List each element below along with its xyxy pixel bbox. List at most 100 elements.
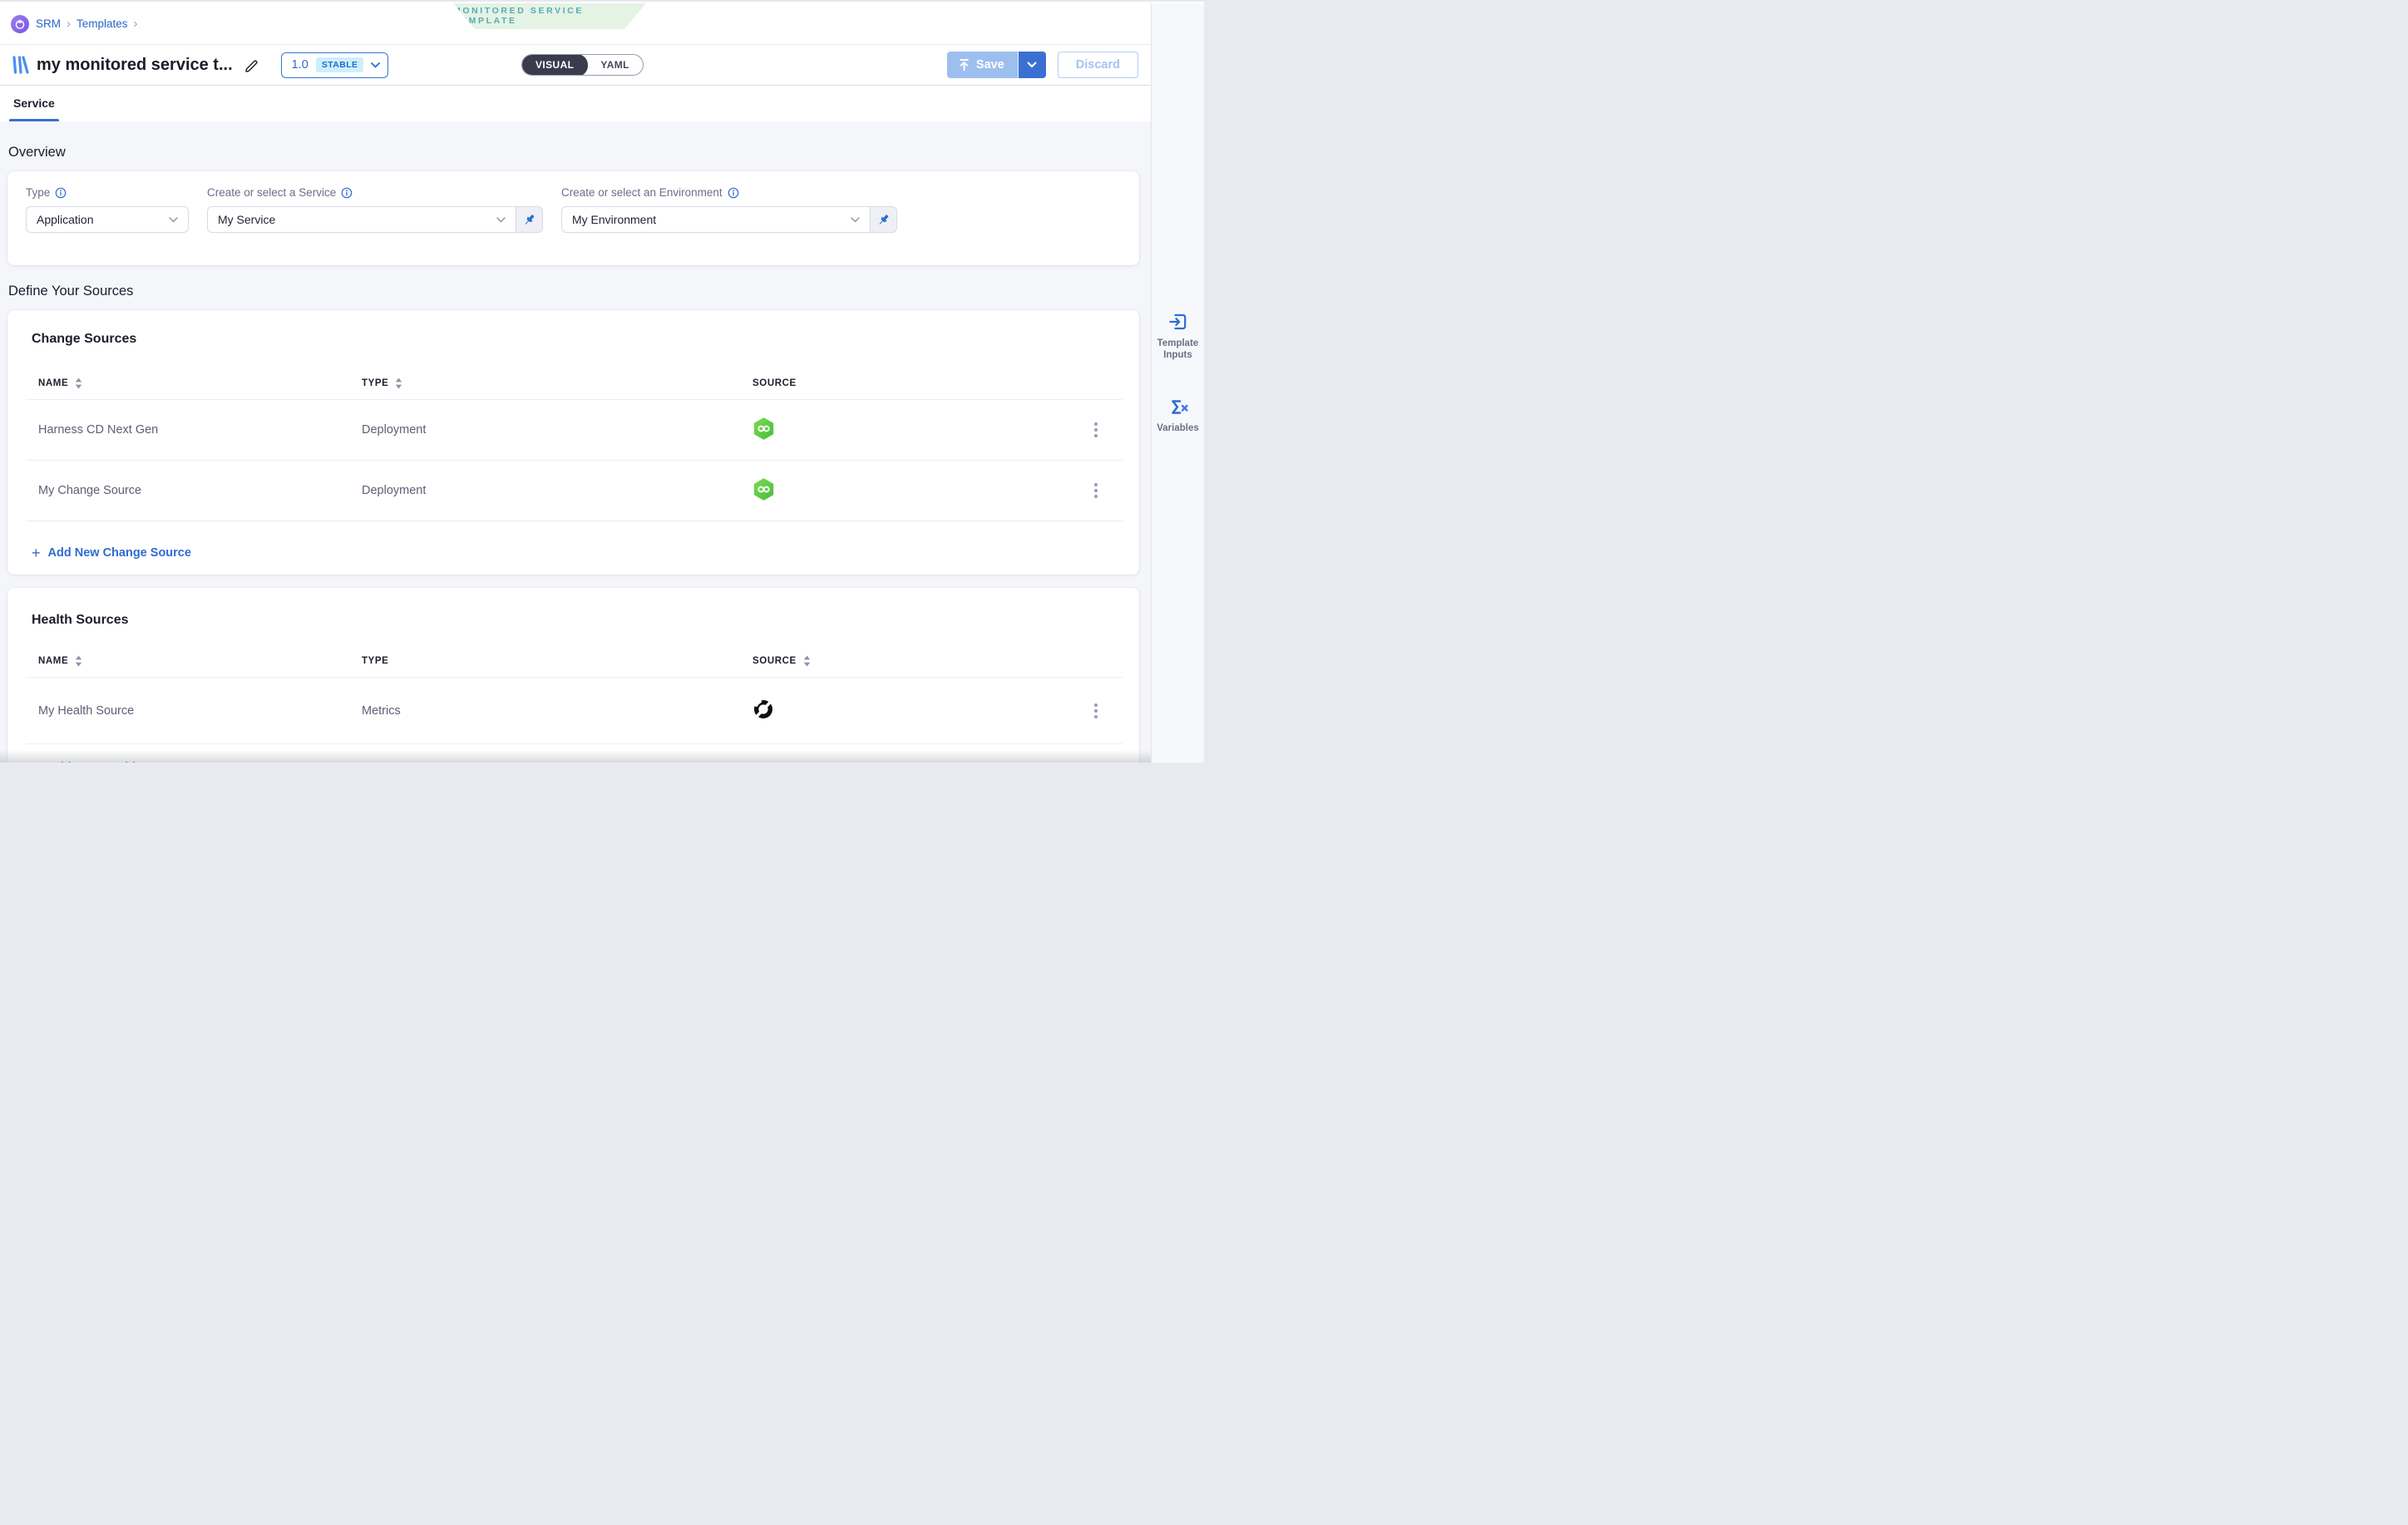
column-header-source: SOURCE bbox=[752, 378, 1086, 388]
visual-yaml-toggle: VISUAL YAML bbox=[521, 54, 644, 76]
column-header-type: TYPE bbox=[362, 656, 728, 666]
upload-icon bbox=[958, 58, 970, 72]
title-bar: my monitored service t... 1.0 STABLE VIS… bbox=[0, 45, 1151, 86]
source-type: Deployment bbox=[362, 423, 728, 437]
variables-label: Variables bbox=[1152, 422, 1204, 434]
save-options-button[interactable] bbox=[1018, 52, 1046, 78]
sort-icon bbox=[395, 378, 402, 389]
add-health-source-row: + Add New Health Source bbox=[26, 744, 1123, 762]
edit-title-button[interactable] bbox=[243, 57, 259, 73]
environment-select[interactable]: My Environment bbox=[561, 206, 871, 233]
source-name: My Health Source bbox=[38, 704, 362, 718]
table-header-row: NAMETYPE SOURCE bbox=[26, 644, 1123, 678]
define-sources-heading: Define Your Sources bbox=[8, 284, 1139, 299]
row-options-button[interactable] bbox=[1089, 700, 1103, 722]
chevron-down-icon bbox=[496, 217, 506, 223]
field-label: Type bbox=[26, 186, 189, 199]
column-header-source[interactable]: SOURCE bbox=[752, 655, 1086, 667]
right-rail: Template Inputs Variables bbox=[1151, 3, 1204, 762]
save-button[interactable]: Save bbox=[947, 52, 1018, 78]
breadcrumb-links: SRM › Templates › bbox=[36, 17, 144, 30]
pin-icon bbox=[522, 213, 536, 227]
add-new-change-source-button[interactable]: + Add New Change Source bbox=[32, 545, 191, 560]
chevron-right-icon: › bbox=[67, 17, 71, 30]
pin-icon bbox=[876, 213, 891, 227]
toggle-visual-button[interactable]: VISUAL bbox=[521, 54, 588, 76]
tab-service[interactable]: Service bbox=[11, 96, 57, 121]
template-inputs-icon bbox=[1167, 311, 1189, 333]
template-type-badge-label: MONITORED SERVICE TEMPLATE bbox=[453, 6, 646, 27]
pencil-icon bbox=[243, 57, 259, 73]
source-cell bbox=[728, 417, 1086, 443]
srm-module-icon bbox=[11, 15, 29, 33]
kebab-menu-icon bbox=[1094, 703, 1098, 718]
chevron-right-icon: › bbox=[134, 17, 138, 30]
change-sources-title: Change Sources bbox=[26, 310, 1123, 347]
field-label: Create or select a Service bbox=[207, 186, 543, 199]
change-sources-table: NAMETYPESOURCEHarness CD Next GenDeploym… bbox=[26, 367, 1123, 521]
template-inputs-button[interactable]: Template Inputs bbox=[1152, 311, 1204, 361]
template-title: my monitored service t... bbox=[37, 56, 233, 75]
column-header-name[interactable]: NAME bbox=[38, 378, 362, 389]
kebab-menu-icon bbox=[1094, 483, 1098, 498]
sort-icon bbox=[75, 655, 82, 667]
change-sources-card: Change Sources NAMETYPE SOURCE Harness CD … bbox=[7, 310, 1139, 575]
pin-button[interactable] bbox=[871, 206, 897, 233]
chevron-down-icon bbox=[1027, 62, 1037, 68]
table-header-row: NAMETYPE SOURCE bbox=[26, 367, 1123, 400]
template-inputs-label: Template Inputs bbox=[1152, 338, 1204, 361]
health-sources-title: Health Sources bbox=[26, 588, 1123, 628]
save-split-button: Save bbox=[947, 52, 1046, 78]
table-row: My Health SourceMetrics bbox=[26, 678, 1123, 744]
chevron-down-icon bbox=[851, 217, 860, 223]
field-label: Create or select an Environment bbox=[561, 186, 897, 199]
type-select[interactable]: Application bbox=[26, 206, 189, 233]
header-actions: Save Discard bbox=[947, 52, 1138, 78]
tab-bar: Service bbox=[0, 86, 1151, 121]
harness-cd-icon bbox=[752, 417, 775, 440]
version-number: 1.0 bbox=[292, 58, 308, 72]
main-column: SRM › Templates › my monitored service t...… bbox=[0, 3, 1151, 762]
overview-heading: Overview bbox=[8, 145, 1139, 160]
add-new-health-source-button[interactable]: + Add New Health Source bbox=[32, 760, 184, 762]
kebab-menu-icon bbox=[1094, 422, 1098, 437]
breadcrumb-link-templates[interactable]: Templates bbox=[76, 17, 128, 30]
overview-card: Type Application Create or select a Servic… bbox=[7, 171, 1139, 265]
monitored-service-template-page: MONITORED SERVICE TEMPLATE SRM › Templates… bbox=[0, 0, 1204, 762]
plus-icon: + bbox=[32, 760, 41, 762]
source-type: Metrics bbox=[362, 704, 728, 718]
table-row: My Change SourceDeployment bbox=[26, 461, 1123, 521]
variables-button[interactable]: Variables bbox=[1152, 397, 1204, 434]
row-options-button[interactable] bbox=[1089, 480, 1103, 501]
variables-icon bbox=[1167, 397, 1190, 417]
sort-icon bbox=[803, 655, 811, 667]
toggle-yaml-button[interactable]: YAML bbox=[587, 54, 643, 76]
template-lines-icon bbox=[11, 55, 29, 75]
info-icon[interactable] bbox=[728, 187, 739, 199]
discard-button[interactable]: Discard bbox=[1058, 52, 1138, 78]
info-icon[interactable] bbox=[55, 187, 67, 199]
version-selector[interactable]: 1.0 STABLE bbox=[281, 52, 389, 78]
field-service: Create or select a Service My Service bbox=[207, 186, 543, 265]
sort-icon bbox=[75, 378, 82, 389]
field-environment: Create or select an Environment My Enviro… bbox=[561, 186, 897, 265]
column-header-type[interactable]: TYPE bbox=[362, 378, 728, 389]
template-type-badge: MONITORED SERVICE TEMPLATE bbox=[453, 3, 646, 29]
row-options-button[interactable] bbox=[1089, 419, 1103, 441]
harness-cd-icon bbox=[752, 478, 775, 501]
service-select[interactable]: My Service bbox=[207, 206, 516, 233]
info-icon[interactable] bbox=[341, 187, 353, 199]
version-stable-chip: STABLE bbox=[316, 57, 364, 72]
source-name: My Change Source bbox=[38, 484, 362, 497]
source-name: Harness CD Next Gen bbox=[38, 423, 362, 437]
source-cell bbox=[728, 478, 1086, 504]
column-header-name[interactable]: NAME bbox=[38, 655, 362, 667]
source-type: Deployment bbox=[362, 484, 728, 497]
pin-button[interactable] bbox=[516, 206, 543, 233]
chevron-down-icon bbox=[169, 217, 178, 223]
source-cell bbox=[728, 698, 1086, 723]
content-area: Overview Type Application Create or select… bbox=[0, 121, 1151, 762]
breadcrumb-link-srm[interactable]: SRM bbox=[36, 17, 61, 30]
appdynamics-icon bbox=[752, 698, 774, 720]
add-change-source-row: + Add New Change Source bbox=[26, 521, 1123, 585]
